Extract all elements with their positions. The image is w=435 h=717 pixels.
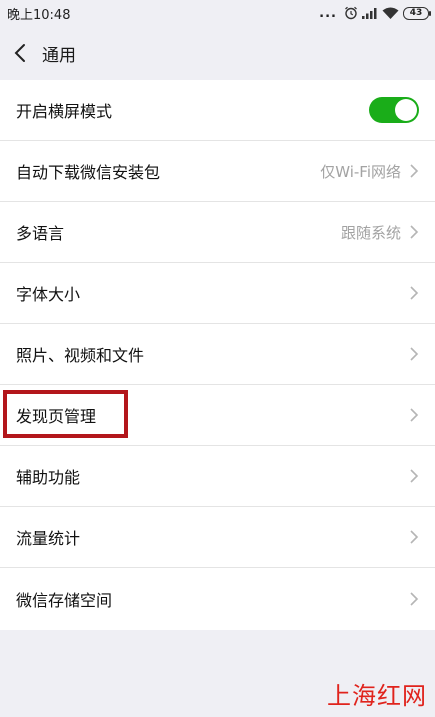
landscape-toggle[interactable]	[369, 97, 419, 123]
row-data-usage[interactable]: 流量统计	[0, 507, 435, 568]
row-accessibility[interactable]: 辅助功能	[0, 446, 435, 507]
row-auto-download[interactable]: 自动下载微信安装包 仅Wi-Fi网络	[0, 141, 435, 202]
row-right: 跟随系统	[341, 222, 419, 243]
toggle-knob	[395, 99, 417, 121]
settings-list: 开启横屏模式 自动下载微信安装包 仅Wi-Fi网络 多语言 跟随系统 字体大小 …	[0, 80, 435, 630]
chevron-right-icon	[409, 529, 419, 545]
wifi-icon	[382, 7, 399, 20]
chevron-right-icon	[409, 468, 419, 484]
row-font-size[interactable]: 字体大小	[0, 263, 435, 324]
row-media-files[interactable]: 照片、视频和文件	[0, 324, 435, 385]
status-dots: ...	[319, 5, 337, 21]
row-value: 跟随系统	[340, 223, 401, 242]
row-label: 字体大小	[16, 285, 81, 304]
watermark: 上海红网	[327, 682, 427, 710]
status-bar: 晚上10:48 ... 43	[0, 0, 435, 26]
nav-bar: 通用	[0, 26, 435, 80]
alarm-icon	[344, 6, 358, 20]
status-icons: ... 43	[319, 5, 431, 21]
chevron-left-icon[interactable]	[14, 42, 30, 64]
screen: 晚上10:48 ... 43 通用 开启横屏模式 自动下载微信安装包 仅Wi-F…	[0, 0, 435, 717]
chevron-right-icon	[409, 346, 419, 362]
page-title: 通用	[42, 45, 76, 66]
row-right: 仅Wi-Fi网络	[320, 161, 419, 182]
chevron-right-icon	[409, 407, 419, 423]
row-label: 微信存储空间	[16, 590, 113, 610]
row-label: 自动下载微信安装包	[16, 163, 161, 182]
row-language[interactable]: 多语言 跟随系统	[0, 202, 435, 263]
chevron-right-icon	[409, 224, 419, 240]
signal-icon	[362, 7, 378, 19]
row-label: 照片、视频和文件	[16, 346, 145, 365]
chevron-right-icon	[409, 591, 419, 607]
status-time: 晚上10:48	[7, 7, 71, 23]
row-storage[interactable]: 微信存储空间	[0, 568, 435, 629]
row-label: 开启横屏模式	[16, 102, 113, 121]
battery-icon: 43	[403, 6, 431, 20]
chevron-right-icon	[409, 285, 419, 301]
row-label: 辅助功能	[16, 468, 81, 487]
row-landscape-mode[interactable]: 开启横屏模式	[0, 80, 435, 141]
row-value: 仅Wi-Fi网络	[320, 162, 401, 181]
row-label: 流量统计	[16, 529, 81, 548]
row-discover-management[interactable]: 发现页管理	[0, 385, 435, 446]
chevron-right-icon	[409, 163, 419, 179]
row-label: 发现页管理	[16, 407, 97, 426]
row-label: 多语言	[16, 224, 65, 243]
